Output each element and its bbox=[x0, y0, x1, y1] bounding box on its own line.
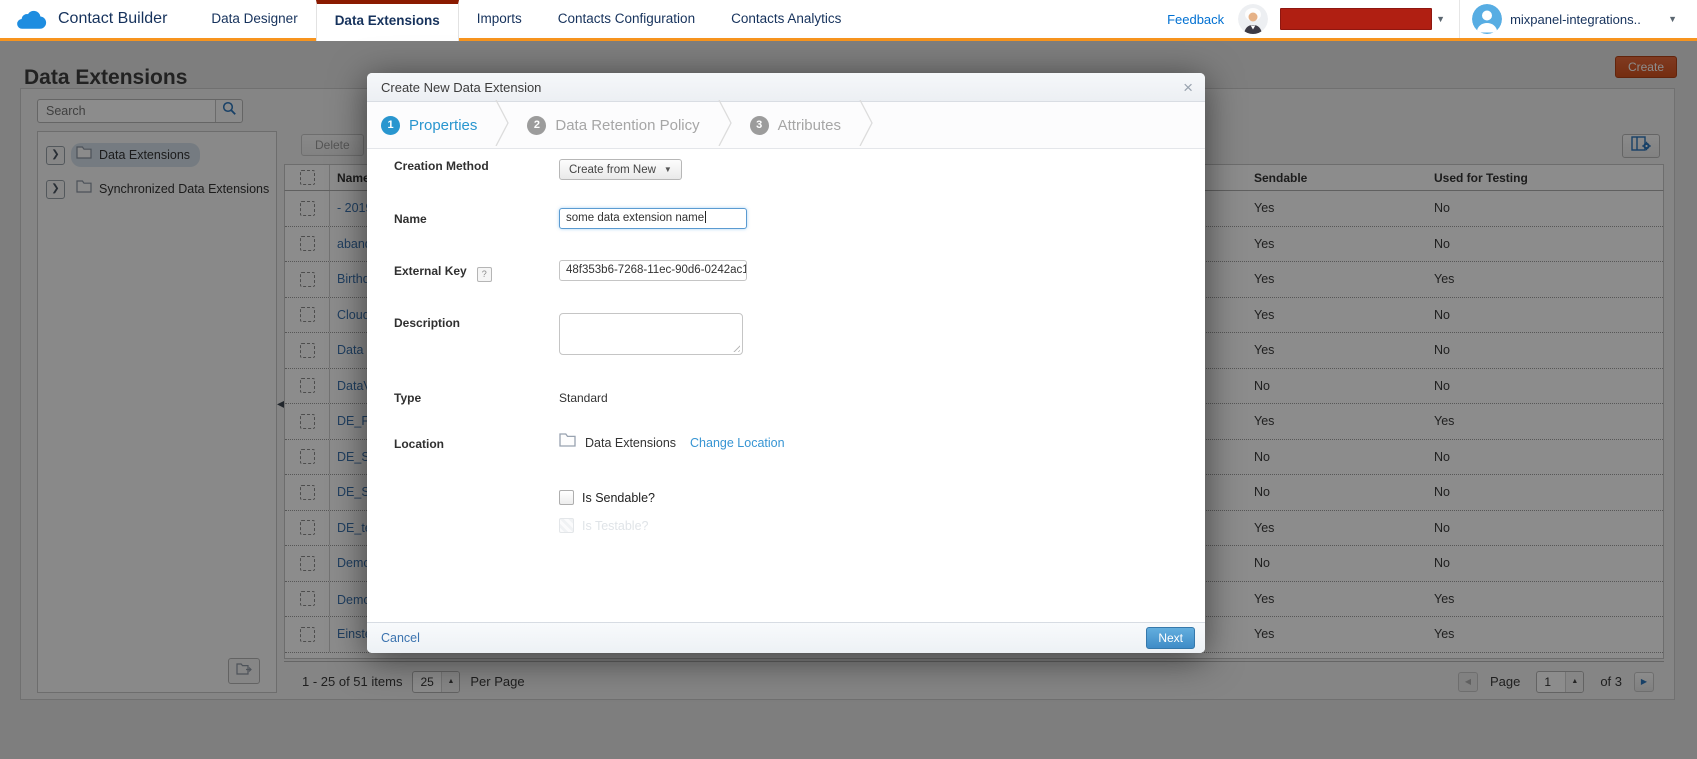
create-data-extension-modal: Create New Data Extension × 1 Properties… bbox=[367, 73, 1205, 653]
folder-icon bbox=[559, 433, 576, 452]
nav-divider bbox=[1459, 0, 1460, 38]
app-logo[interactable]: Contact Builder bbox=[0, 0, 193, 38]
external-key-value: 48f353b6-7268-11ec-90d6-0242ac1200 bbox=[566, 264, 747, 276]
caret-down-icon: ▼ bbox=[1436, 14, 1445, 24]
step-number: 2 bbox=[527, 116, 546, 135]
location-value: Data Extensions bbox=[585, 436, 676, 450]
name-input-value: some data extension name bbox=[566, 212, 704, 224]
account-name: mixpanel-integrations... bbox=[1510, 12, 1640, 27]
modal-title: Create New Data Extension bbox=[381, 80, 541, 95]
wizard-steps: 1 Properties 2 Data Retention Policy 3 A… bbox=[367, 102, 1205, 149]
type-label: Type bbox=[394, 391, 544, 405]
step-number: 3 bbox=[750, 116, 769, 135]
is-testable-row: Is Testable? bbox=[559, 518, 648, 533]
name-input[interactable]: some data extension name bbox=[559, 208, 747, 229]
is-testable-label: Is Testable? bbox=[582, 519, 648, 533]
next-button[interactable]: Next bbox=[1146, 627, 1195, 649]
modal-header: Create New Data Extension × bbox=[367, 73, 1205, 102]
screen: Contact Builder Data Designer Data Exten… bbox=[0, 0, 1697, 759]
user-avatar-icon bbox=[1472, 4, 1502, 34]
app-title: Contact Builder bbox=[58, 10, 167, 28]
is-sendable-checkbox[interactable] bbox=[559, 490, 574, 505]
tab-data-designer[interactable]: Data Designer bbox=[193, 0, 315, 38]
tab-contacts-analytics[interactable]: Contacts Analytics bbox=[713, 0, 859, 38]
creation-method-label: Creation Method bbox=[394, 159, 544, 173]
account-menu[interactable]: mixpanel-integrations... ▼ bbox=[1472, 4, 1683, 34]
location-row: Data Extensions Change Location bbox=[559, 433, 785, 452]
step-separator bbox=[859, 100, 873, 151]
caret-down-icon: ▼ bbox=[664, 165, 672, 174]
tab-contacts-configuration[interactable]: Contacts Configuration bbox=[540, 0, 713, 38]
step-properties[interactable]: 1 Properties bbox=[381, 116, 477, 135]
cancel-button[interactable]: Cancel bbox=[381, 631, 420, 645]
text-cursor bbox=[705, 211, 706, 223]
tab-imports[interactable]: Imports bbox=[459, 0, 540, 38]
caret-down-icon: ▼ bbox=[1668, 14, 1677, 24]
step-label: Data Retention Policy bbox=[555, 117, 699, 134]
change-location-link[interactable]: Change Location bbox=[690, 436, 785, 450]
step-attributes[interactable]: 3 Attributes bbox=[750, 116, 841, 135]
external-key-input[interactable]: 48f353b6-7268-11ec-90d6-0242ac1200 bbox=[559, 260, 747, 281]
feedback-link[interactable]: Feedback bbox=[1167, 12, 1224, 27]
step-label: Attributes bbox=[778, 117, 841, 134]
modal-footer: Cancel Next bbox=[367, 622, 1205, 653]
cloud-logo-icon bbox=[16, 8, 48, 30]
close-icon[interactable]: × bbox=[1183, 79, 1193, 96]
external-key-label: External Key? bbox=[394, 264, 544, 282]
nav-right: Feedback ▼ mixpanel-integrations... ▼ bbox=[1167, 0, 1697, 38]
step-separator bbox=[495, 100, 509, 151]
creation-method-value: Create from New bbox=[569, 164, 656, 176]
creation-method-dropdown[interactable]: Create from New ▼ bbox=[559, 159, 682, 180]
is-sendable-row[interactable]: Is Sendable? bbox=[559, 490, 655, 505]
step-number: 1 bbox=[381, 116, 400, 135]
type-value: Standard bbox=[559, 391, 608, 405]
location-label: Location bbox=[394, 437, 544, 451]
step-separator bbox=[718, 100, 732, 151]
help-icon[interactable]: ? bbox=[477, 267, 492, 282]
business-unit-selector-redacted[interactable] bbox=[1280, 8, 1432, 30]
step-data-retention-policy[interactable]: 2 Data Retention Policy bbox=[527, 116, 699, 135]
name-label: Name bbox=[394, 212, 544, 226]
top-nav: Contact Builder Data Designer Data Exten… bbox=[0, 0, 1697, 41]
description-label: Description bbox=[394, 316, 544, 330]
modal-body: Creation Method Create from New ▼ Name s… bbox=[367, 149, 1205, 624]
is-sendable-label: Is Sendable? bbox=[582, 491, 655, 505]
is-testable-checkbox bbox=[559, 518, 574, 533]
einstein-avatar[interactable] bbox=[1238, 4, 1268, 34]
tab-data-extensions[interactable]: Data Extensions bbox=[316, 0, 459, 41]
description-textarea[interactable] bbox=[559, 313, 743, 355]
step-label: Properties bbox=[409, 117, 477, 134]
resize-handle[interactable] bbox=[731, 343, 740, 352]
